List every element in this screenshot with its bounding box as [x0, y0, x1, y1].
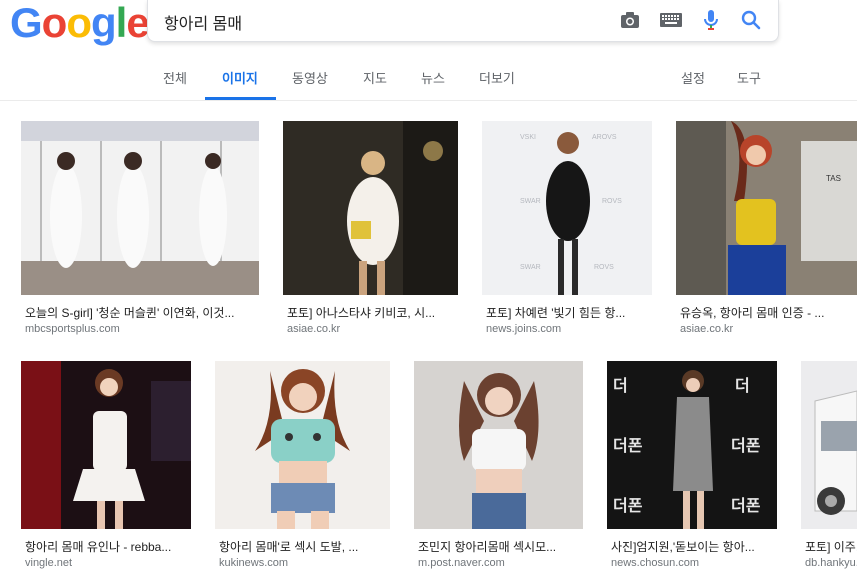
camera-icon[interactable] — [618, 8, 642, 32]
svg-text:더폰: 더폰 — [731, 496, 761, 515]
result-thumbnail[interactable] — [21, 121, 259, 295]
logo-letter: o — [41, 0, 68, 46]
result-caption[interactable]: 조민지 항아리몸매 섹시모... — [418, 538, 583, 555]
search-input[interactable]: 항아리 몸매 — [164, 10, 242, 34]
tab-all[interactable]: 전체 — [163, 68, 187, 87]
result-source[interactable]: vingle.net — [25, 557, 191, 569]
search-icon[interactable] — [739, 8, 763, 32]
image-result[interactable]: 조민지 항아리몸매 섹시모... m.post.naver.com — [414, 361, 583, 576]
svg-text:TAS: TAS — [826, 174, 841, 183]
result-source[interactable]: news.chosun.com — [611, 557, 777, 569]
result-source[interactable]: asiae.co.kr — [287, 323, 458, 335]
result-caption[interactable]: 오늘의 S-girl] '청순 머슬퀸' 이연화, 이것... — [25, 304, 259, 321]
tab-tools[interactable]: 도구 — [737, 68, 761, 87]
svg-text:더폰: 더폰 — [731, 436, 761, 455]
tab-more[interactable]: 더보기 — [479, 68, 515, 87]
svg-text:ROVS: ROVS — [602, 198, 622, 205]
result-thumbnail[interactable] — [414, 361, 583, 529]
tab-news[interactable]: 뉴스 — [421, 68, 445, 87]
result-thumbnail[interactable] — [801, 361, 857, 529]
search-tabs: 전체 이미지 동영상 지도 뉴스 더보기 설정 도구 — [0, 56, 857, 100]
header: Google 항아리 몸매 전체 이미지 동영상 지도 뉴스 더보기 설정 도구 — [0, 0, 857, 101]
result-thumbnail[interactable] — [21, 361, 191, 529]
result-thumbnail[interactable] — [283, 121, 458, 295]
logo-letter: e — [126, 0, 149, 46]
mic-icon[interactable] — [699, 8, 723, 32]
result-caption[interactable]: 사진]엄지원,'돋보이는 항아... — [611, 538, 777, 555]
svg-text:더폰: 더폰 — [613, 436, 643, 455]
result-source[interactable]: news.joins.com — [486, 323, 652, 335]
keyboard-icon[interactable] — [659, 8, 683, 32]
result-caption[interactable]: 포토] 이주... — [805, 538, 857, 555]
image-result[interactable]: 포토] 아나스타샤 키비코, 시... asiae.co.kr — [283, 121, 458, 336]
logo-letter: g — [90, 0, 117, 46]
image-result[interactable]: 포토] 이주... db.hankyu... — [801, 361, 857, 576]
result-caption[interactable]: 항아리 몸매 유인나 - rebba... — [25, 538, 191, 555]
svg-text:VSKI: VSKI — [520, 134, 536, 141]
result-thumbnail[interactable]: TAS — [676, 121, 857, 295]
image-result[interactable]: VSKI AROVS SWAR ROVS SWAR ROVS 포토] 차예련 '빛기 힘든… — [482, 121, 652, 336]
svg-text:SWAR: SWAR — [520, 198, 541, 205]
result-source[interactable]: m.post.naver.com — [418, 557, 583, 569]
result-caption[interactable]: 포토] 아나스타샤 키비코, 시... — [287, 304, 458, 321]
image-result[interactable]: 더더 더폰 더폰 더폰 더폰 사진]엄지원,'돋보이는 항아... news.cho… — [607, 361, 777, 576]
result-source[interactable]: asiae.co.kr — [680, 323, 857, 335]
image-result[interactable]: 항아리 몸매 유인나 - rebba... vingle.net — [21, 361, 191, 576]
image-result[interactable]: 오늘의 S-girl] '청순 머슬퀸' 이연화, 이것... mbcsport… — [21, 121, 259, 336]
tab-maps[interactable]: 지도 — [363, 68, 387, 87]
svg-text:SWAR: SWAR — [520, 264, 541, 271]
logo-letter: o — [66, 0, 92, 46]
result-thumbnail[interactable]: 더더 더폰 더폰 더폰 더폰 — [607, 361, 777, 529]
result-caption[interactable]: 포토] 차예련 '빛기 힘든 항... — [486, 304, 652, 321]
logo-letter: G — [10, 0, 43, 46]
svg-text:더: 더 — [735, 376, 750, 395]
result-caption[interactable]: 항아리 몸매'로 섹시 도발, ... — [219, 538, 390, 555]
svg-text:더: 더 — [613, 376, 628, 395]
svg-text:더폰: 더폰 — [613, 496, 643, 515]
search-box[interactable]: 항아리 몸매 — [147, 0, 779, 42]
logo-letter: l — [115, 0, 128, 46]
image-result[interactable]: TAS 유승옥, 항아리 몸매 인증 - ... asiae.co.kr — [676, 121, 857, 336]
result-thumbnail[interactable] — [215, 361, 390, 529]
google-logo[interactable]: Google — [10, 0, 150, 46]
result-source[interactable]: mbcsportsplus.com — [25, 323, 259, 335]
svg-text:ROVS: ROVS — [594, 264, 614, 271]
result-caption[interactable]: 유승옥, 항아리 몸매 인증 - ... — [680, 304, 857, 321]
result-source[interactable]: kukinews.com — [219, 557, 390, 569]
result-thumbnail[interactable]: VSKI AROVS SWAR ROVS SWAR ROVS — [482, 121, 652, 295]
result-source[interactable]: db.hankyu... — [805, 557, 857, 569]
tab-videos[interactable]: 동영상 — [292, 68, 328, 87]
svg-text:AROVS: AROVS — [592, 134, 617, 141]
image-result[interactable]: 항아리 몸매'로 섹시 도발, ... kukinews.com — [215, 361, 390, 576]
tab-settings[interactable]: 설정 — [681, 68, 705, 87]
tab-images[interactable]: 이미지 — [222, 68, 258, 87]
active-tab-indicator — [205, 97, 276, 100]
